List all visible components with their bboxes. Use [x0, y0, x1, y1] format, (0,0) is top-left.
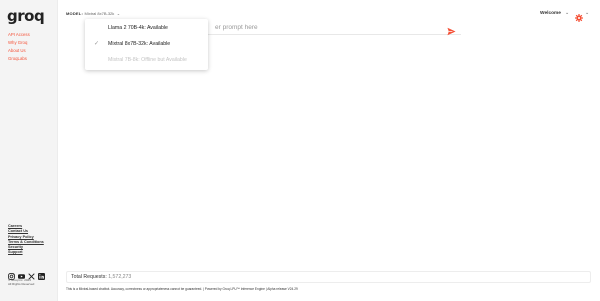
x-icon[interactable]	[28, 267, 35, 280]
sidebar-link-about-us[interactable]: About Us	[8, 47, 30, 55]
welcome-menu[interactable]: Welcome	[540, 11, 561, 16]
sidebar-link-why-groq[interactable]: Why Groq	[8, 39, 30, 47]
chevron-down-icon[interactable]: ⌄	[585, 10, 589, 16]
model-value: Mixtral 8x7B-32k	[84, 11, 115, 16]
model-selector[interactable]: MODEL: Mixtral 8x7B-32k ⌄	[66, 11, 120, 16]
requests-count: 1,572,273	[108, 274, 132, 280]
social-links	[8, 267, 45, 280]
sidebar-footer-links: Careers Contact Us Privacy Policy Terms …	[8, 224, 44, 256]
total-requests-bar: Total Requests: 1,572,273	[66, 271, 591, 283]
chevron-down-icon: ⌄	[116, 11, 121, 16]
prompt-placeholder: er prompt here	[215, 24, 258, 31]
chevron-down-icon[interactable]: ⌄	[565, 10, 569, 16]
copyright: © Groq Inc. 2024 All Rights Reserved	[8, 278, 35, 286]
linkedin-icon[interactable]	[38, 267, 45, 280]
sidebar-nav: API Access Why Groq About Us GroqLabs	[8, 31, 30, 63]
model-option-label: Llama 2 70B-4k: Available	[108, 25, 168, 31]
model-label: MODEL:	[66, 11, 83, 16]
send-icon[interactable]	[447, 23, 456, 36]
groq-logo[interactable]: groq	[7, 7, 45, 25]
gear-icon[interactable]	[575, 9, 583, 22]
footer-link-support[interactable]: Support	[8, 250, 44, 255]
disclaimer: This is a Mixtral-based chatbot. Accurac…	[66, 287, 298, 291]
copyright-rights: All Rights Reserved	[8, 281, 35, 286]
checkmark-icon: ✓	[94, 41, 100, 47]
requests-label: Total Requests:	[71, 274, 107, 280]
model-option-mistral: Mistral 7B-8k: Offline but Available	[85, 53, 208, 68]
model-dropdown: Llama 2 70B-4k: Available ✓ Mixtral 8x7B…	[85, 19, 208, 70]
instagram-icon[interactable]	[8, 267, 15, 280]
model-option-label: Mixtral 8x7B-32k: Available	[108, 41, 171, 47]
model-option-mixtral[interactable]: ✓ Mixtral 8x7B-32k: Available	[85, 37, 208, 52]
sidebar-link-api-access[interactable]: API Access	[8, 31, 30, 39]
sidebar: groq API Access Why Groq About Us GroqLa…	[0, 0, 58, 301]
model-option-label: Mistral 7B-8k: Offline but Available	[108, 57, 187, 63]
youtube-icon[interactable]	[18, 267, 25, 279]
model-option-llama[interactable]: Llama 2 70B-4k: Available	[85, 21, 208, 36]
sidebar-link-groqlabs[interactable]: GroqLabs	[8, 55, 30, 63]
